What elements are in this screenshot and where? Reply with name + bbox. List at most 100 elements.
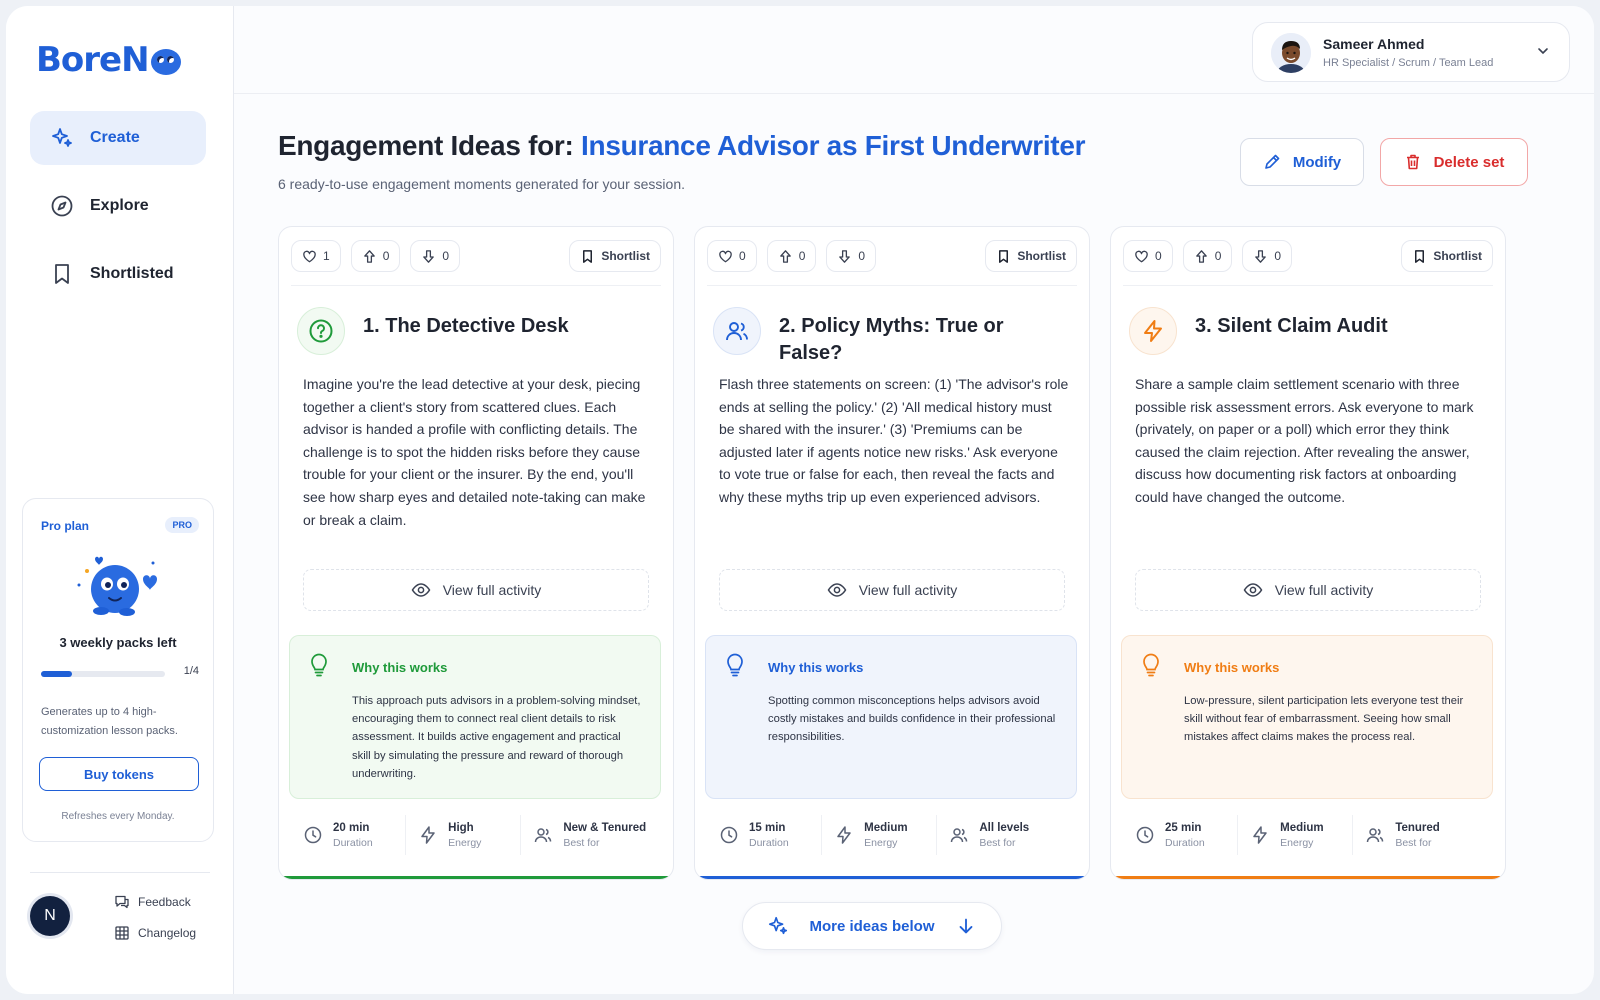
energy-meta: Medium Energy [822,815,938,855]
downvote-arrow-icon [423,249,435,263]
arrow-down-icon [959,918,972,934]
downvote-button[interactable]: 0 [410,240,461,272]
more-ideas-button[interactable]: More ideas below [742,902,1002,950]
view-full-activity-button[interactable]: View full activity [1135,569,1481,611]
idea-card: 1 0 0 Shortlist 1. The Detective Desk Im… [278,226,674,880]
nav-item-explore[interactable]: Explore [30,179,206,233]
packs-progress-fill [41,671,72,677]
pencil-icon [1265,154,1280,169]
clock-icon [1136,826,1154,844]
card-meta: 15 min Duration Medium Energy All levels Be… [707,815,1077,855]
chevron-down-icon[interactable] [1535,43,1551,59]
upvote-button[interactable]: 0 [1182,240,1233,272]
refresh-note: Refreshes every Monday. [61,811,175,822]
packs-progress-bar [41,671,165,677]
user-avatar [1271,33,1311,73]
downvote-count: 0 [858,249,866,263]
top-bar: Sameer Ahmed HR Specialist / Scrum / Tea… [234,6,1594,94]
energy-bolt-icon [837,826,851,844]
card-meta: 25 min Duration Medium Energy Tenured Best … [1123,815,1493,855]
shortlist-button[interactable]: Shortlist [569,240,661,272]
nav-item-shortlisted[interactable]: Shortlisted [30,247,206,301]
like-count: 0 [739,249,746,263]
nav-label-shortlisted: Shortlisted [90,265,174,282]
card-actions: 1 0 0 Shortlist [291,239,661,273]
card-accent-bar [1111,876,1505,879]
energy-label: Energy [864,836,898,849]
users-icon [951,828,968,843]
card-description: Flash three statements on screen: (1) 'T… [719,376,1069,505]
like-count: 1 [323,249,330,263]
delete-set-label: Delete set [1433,153,1505,171]
bookmark-icon [583,249,593,263]
account-avatar[interactable]: N [30,896,70,936]
bookmark-icon [1415,249,1425,263]
modify-button[interactable]: Modify [1240,138,1364,186]
pro-plan-title: Pro plan [41,519,90,533]
buy-tokens-button[interactable]: Buy tokens [39,757,199,791]
pro-plan-description: Generates up to 4 high-customization les… [41,706,178,737]
page-title: Engagement Ideas for: Insurance Advisor … [278,130,1086,162]
card-description: Imagine you're the lead detective at you… [303,376,646,528]
view-full-activity-label: View full activity [1274,582,1374,598]
eye-icon [411,583,431,597]
downvote-arrow-icon [1255,249,1267,263]
downvote-button[interactable]: 0 [1242,240,1293,272]
duration-meta: 25 min Duration [1123,815,1239,855]
upvote-arrow-icon [779,249,791,263]
card-divider [1123,285,1493,286]
delete-set-button[interactable]: Delete set [1380,138,1528,186]
like-button[interactable]: 0 [1123,240,1173,272]
changelog-link[interactable]: Changelog [114,925,196,941]
user-menu[interactable]: Sameer Ahmed HR Specialist / Scrum / Tea… [1252,22,1570,82]
why-this-works-panel: Why this works Spotting common misconcep… [705,635,1077,799]
pro-plan-card: Pro plan PRO 3 weekly packs left 1/4 Gen… [22,498,214,842]
view-full-activity-button[interactable]: View full activity [719,569,1065,611]
upvote-arrow-icon [363,249,375,263]
app-window: BoreN Create Explore Shortlisted Pro pla… [6,6,1594,994]
shortlist-button[interactable]: Shortlist [985,240,1077,272]
like-button[interactable]: 1 [291,240,341,272]
best-for-meta: New & Tenured Best for [521,815,661,855]
energy-value: Medium [864,821,908,834]
downvote-arrow-icon [839,249,851,263]
brand-logo[interactable]: BoreN [36,40,181,80]
why-this-works-text: Spotting common misconceptions helps adv… [768,695,1056,744]
lightbulb-icon [1143,653,1159,677]
upvote-arrow-icon [1195,249,1207,263]
shortlist-button[interactable]: Shortlist [1401,240,1493,272]
upvote-button[interactable]: 0 [766,240,817,272]
page-title-prefix: Engagement Ideas for: [278,130,574,161]
nav-item-create[interactable]: Create [30,111,206,165]
idea-card: 0 0 0 Shortlist 3. Silent Claim Audit Sh… [1110,226,1506,880]
best-for-value: New & Tenured [563,821,647,834]
card-icon-badge [297,307,345,355]
feedback-link[interactable]: Feedback [114,894,191,910]
downvote-button[interactable]: 0 [826,240,877,272]
page-title-topic: Insurance Advisor as First Underwriter [581,130,1086,161]
bookmark-icon [55,264,69,284]
main-nav: Create Explore Shortlisted [30,111,206,315]
best-for-label: Best for [1395,836,1432,849]
card-accent-bar [695,876,1089,879]
sidebar: BoreN Create Explore Shortlisted Pro pla… [6,6,234,994]
upvote-button[interactable]: 0 [350,240,401,272]
view-full-activity-button[interactable]: View full activity [303,569,649,611]
clock-icon [720,826,738,844]
card-accent-bar [279,876,673,879]
heart-icon [303,250,316,262]
best-for-meta: Tenured Best for [1353,815,1493,855]
energy-bolt-icon [421,826,435,844]
like-button[interactable]: 0 [707,240,757,272]
more-ideas-label: More ideas below [809,917,935,935]
card-icon-badge [713,307,761,355]
bookmark-icon [999,249,1009,263]
feedback-icon [115,895,129,909]
trash-icon [1406,154,1419,170]
mascot-logo-icon [150,49,181,75]
lightbulb-icon [311,653,327,677]
best-for-label: Best for [979,836,1016,849]
sidebar-divider [30,872,210,873]
eye-icon [827,583,847,597]
packs-progress-label: 1/4 [183,665,199,677]
